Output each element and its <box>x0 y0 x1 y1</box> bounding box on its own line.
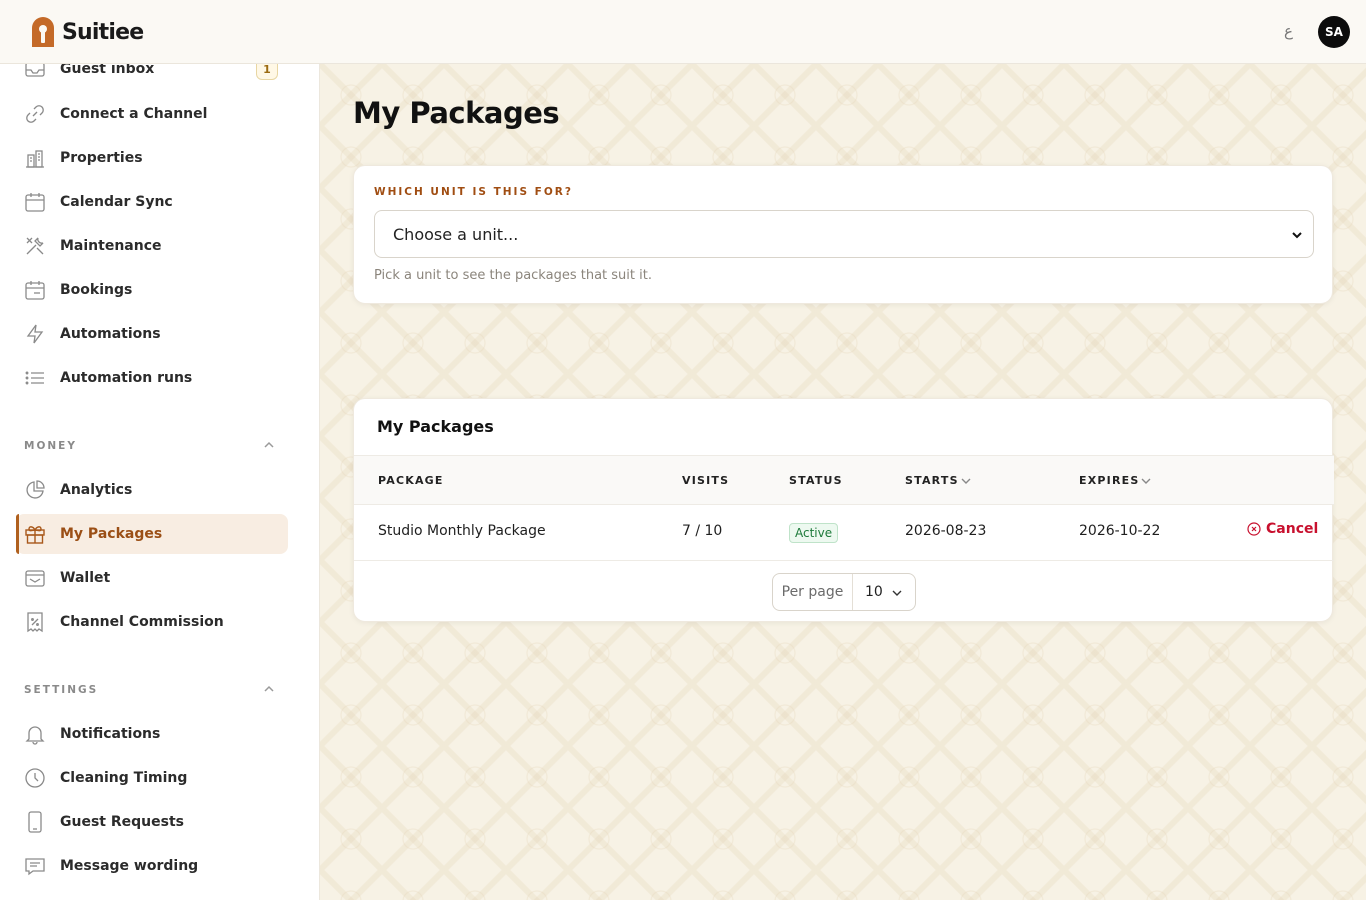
sidebar: Guest inbox 1 Connect a Channel Properti… <box>0 64 320 900</box>
sidebar-item-maintenance[interactable]: Maintenance <box>16 226 288 266</box>
app-name: Suitiee <box>62 20 144 45</box>
per-page-select[interactable]: 10 <box>853 574 915 610</box>
pie-chart-icon <box>26 480 45 499</box>
sidebar-item-label: Properties <box>60 150 143 166</box>
calendar-icon <box>25 281 45 300</box>
table-row: Studio Monthly Package 7 / 10 Active 202… <box>354 505 1334 561</box>
sidebar-item-wallet[interactable]: Wallet <box>16 558 288 598</box>
sidebar-item-automation-runs[interactable]: Automation runs <box>16 358 288 398</box>
unit-picker-label: WHICH UNIT IS THIS FOR? <box>374 186 573 198</box>
sort-chevron-icon[interactable] <box>1140 475 1152 487</box>
top-bar: Suitiee ع SA <box>0 0 1366 64</box>
packages-card: My Packages PACKAGE VISITS STATUS STARTS… <box>353 398 1334 622</box>
sidebar-item-automations[interactable]: Automations <box>16 314 288 354</box>
sidebar-item-bookings[interactable]: Bookings <box>16 270 288 310</box>
logo-icon <box>32 17 54 47</box>
sidebar-item-connect-channel[interactable]: Connect a Channel <box>16 94 288 134</box>
list-icon <box>25 371 44 385</box>
column-header-visits: VISITS <box>682 474 730 487</box>
app-logo[interactable]: Suitiee <box>30 16 144 49</box>
column-header-status: STATUS <box>789 474 843 487</box>
per-page-value: 10 <box>865 584 883 600</box>
sidebar-item-label: Connect a Channel <box>60 106 208 122</box>
chevron-down-icon <box>1292 232 1302 239</box>
receipt-icon <box>27 612 43 633</box>
sidebar-item-label: Automations <box>60 326 161 342</box>
chevron-up-icon[interactable] <box>262 682 276 696</box>
column-header-starts[interactable]: STARTS <box>905 474 959 487</box>
clock-icon <box>25 768 45 788</box>
column-header-package: PACKAGE <box>378 474 444 487</box>
sidebar-item-label: Bookings <box>60 282 133 298</box>
unit-select[interactable]: Choose a unit... <box>374 210 1314 258</box>
section-title-money: MONEY <box>24 440 77 452</box>
link-icon <box>26 105 44 123</box>
sidebar-item-properties[interactable]: Properties <box>16 138 288 178</box>
per-page-label: Per page <box>773 574 853 610</box>
bell-icon <box>25 726 45 745</box>
sidebar-item-label: My Packages <box>60 526 163 542</box>
unread-badge: 1 <box>256 64 278 80</box>
sidebar-item-guest-requests[interactable]: Guest Requests <box>16 802 288 842</box>
sidebar-item-message-wording[interactable]: Message wording <box>16 846 288 886</box>
packages-card-title: My Packages <box>377 417 494 436</box>
sidebar-item-label: Guest inbox <box>60 64 155 77</box>
main-content: My Packages WHICH UNIT IS THIS FOR? Choo… <box>320 64 1366 900</box>
cancel-button[interactable]: Cancel <box>1247 521 1318 537</box>
sidebar-item-label: Guest Requests <box>60 814 184 830</box>
sort-chevron-icon[interactable] <box>960 475 972 487</box>
calendar-icon <box>25 193 45 212</box>
sidebar-item-calendar-sync[interactable]: Calendar Sync <box>16 182 288 222</box>
cell-starts: 2026-08-23 <box>905 523 987 539</box>
avatar[interactable]: SA <box>1318 16 1350 48</box>
section-title-settings: SETTINGS <box>24 684 99 696</box>
unit-picker-hint: Pick a unit to see the packages that sui… <box>374 268 652 283</box>
sidebar-item-label: Analytics <box>60 482 133 498</box>
sidebar-item-label: Calendar Sync <box>60 194 173 210</box>
sidebar-item-label: Notifications <box>60 726 161 742</box>
sidebar-item-cleaning-timing[interactable]: Cleaning Timing <box>16 758 288 798</box>
sidebar-item-label: Automation runs <box>60 370 193 386</box>
bolt-icon <box>26 324 44 344</box>
x-circle-icon <box>1247 522 1261 536</box>
cell-expires: 2026-10-22 <box>1079 523 1161 539</box>
chevron-up-icon[interactable] <box>262 438 276 452</box>
cell-package: Studio Monthly Package <box>378 523 546 539</box>
wallet-icon <box>25 570 45 587</box>
tools-icon <box>26 237 44 255</box>
sidebar-item-label: Message wording <box>60 858 199 874</box>
table-header: PACKAGE VISITS STATUS STARTS EXPIRES <box>354 455 1334 505</box>
column-header-expires[interactable]: EXPIRES <box>1079 474 1139 487</box>
per-page-selector[interactable]: Per page 10 <box>772 573 916 611</box>
cell-visits: 7 / 10 <box>682 523 723 539</box>
sidebar-item-label: Wallet <box>60 570 111 586</box>
sidebar-item-analytics[interactable]: Analytics <box>16 470 288 510</box>
sidebar-item-channel-commission[interactable]: Channel Commission <box>16 602 288 642</box>
sidebar-item-notifications[interactable]: Notifications <box>16 714 288 754</box>
cancel-label: Cancel <box>1266 521 1319 537</box>
phone-icon <box>28 811 42 833</box>
sidebar-item-guest-inbox[interactable]: Guest inbox 1 <box>16 64 288 89</box>
building-icon <box>26 150 44 168</box>
gift-icon <box>25 526 45 544</box>
language-toggle[interactable]: ع <box>1284 22 1293 40</box>
inbox-icon <box>25 64 45 77</box>
sidebar-item-label: Maintenance <box>60 238 162 254</box>
page-title: My Packages <box>353 96 560 130</box>
sidebar-item-my-packages[interactable]: My Packages <box>16 514 288 554</box>
sidebar-item-label: Cleaning Timing <box>60 770 188 786</box>
message-icon <box>25 858 45 876</box>
unit-picker-card: WHICH UNIT IS THIS FOR? Choose a unit...… <box>353 165 1333 304</box>
chevron-down-icon <box>892 590 902 596</box>
sidebar-item-label: Channel Commission <box>60 614 224 630</box>
status-badge: Active <box>789 523 839 543</box>
unit-select-value: Choose a unit... <box>393 224 519 244</box>
